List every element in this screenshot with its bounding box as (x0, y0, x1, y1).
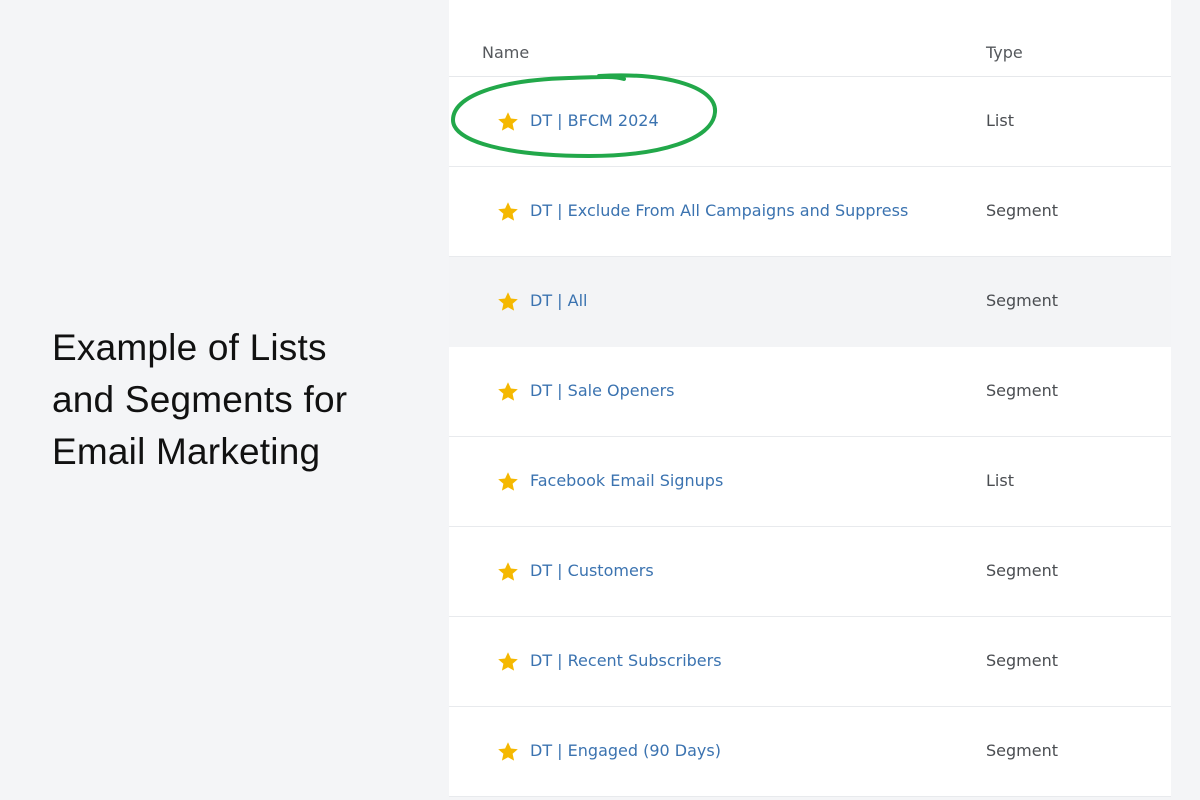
row-name-link[interactable]: DT | Engaged (90 Days) (530, 741, 721, 760)
row-name-link[interactable]: DT | BFCM 2024 (530, 111, 659, 130)
page: Example of Lists and Segments for Email … (0, 0, 1200, 800)
row-name-link[interactable]: DT | Customers (530, 561, 654, 580)
lists-segments-table: Name Type DT | BFCM 2024 List DT | Exclude… (449, 0, 1171, 800)
title-line-3: Email Marketing (52, 431, 321, 472)
row-type: Segment (986, 741, 1058, 760)
table-row[interactable]: DT | Exclude From All Campaigns and Supp… (449, 167, 1171, 257)
title-line-2: and Segments for (52, 379, 348, 420)
column-header-name[interactable]: Name (482, 43, 529, 62)
table-row[interactable]: DT | Recent Subscribers Segment (449, 617, 1171, 707)
star-icon[interactable] (496, 200, 520, 224)
row-name-link[interactable]: DT | Exclude From All Campaigns and Supp… (530, 201, 908, 220)
row-type: Segment (986, 561, 1058, 580)
row-name-link[interactable]: DT | Recent Subscribers (530, 651, 722, 670)
table-row[interactable]: DT | Customers Segment (449, 527, 1171, 617)
page-title: Example of Lists and Segments for Email … (52, 322, 432, 478)
row-type: Segment (986, 291, 1058, 310)
star-icon[interactable] (496, 740, 520, 764)
row-type: Segment (986, 201, 1058, 220)
row-type: List (986, 111, 1014, 130)
table-row[interactable]: DT | BFCM 2024 List (449, 77, 1171, 167)
row-name-link[interactable]: DT | Sale Openers (530, 381, 674, 400)
row-type: List (986, 471, 1014, 490)
star-icon[interactable] (496, 470, 520, 494)
row-name-link[interactable]: DT | All (530, 291, 588, 310)
star-icon[interactable] (496, 110, 520, 134)
title-line-1: Example of Lists (52, 327, 327, 368)
star-icon[interactable] (496, 650, 520, 674)
row-type: Segment (986, 381, 1058, 400)
star-icon[interactable] (496, 380, 520, 404)
star-icon[interactable] (496, 560, 520, 584)
row-name-link[interactable]: Facebook Email Signups (530, 471, 723, 490)
table-header: Name Type (449, 0, 1171, 77)
row-type: Segment (986, 651, 1058, 670)
table-row[interactable]: DT | All Segment (449, 257, 1171, 347)
table-row[interactable]: DT | Engaged (90 Days) Segment (449, 707, 1171, 797)
table-row[interactable]: Facebook Email Signups List (449, 437, 1171, 527)
column-header-type[interactable]: Type (986, 43, 1023, 62)
table-row[interactable]: DT | Sale Openers Segment (449, 347, 1171, 437)
star-icon[interactable] (496, 290, 520, 314)
